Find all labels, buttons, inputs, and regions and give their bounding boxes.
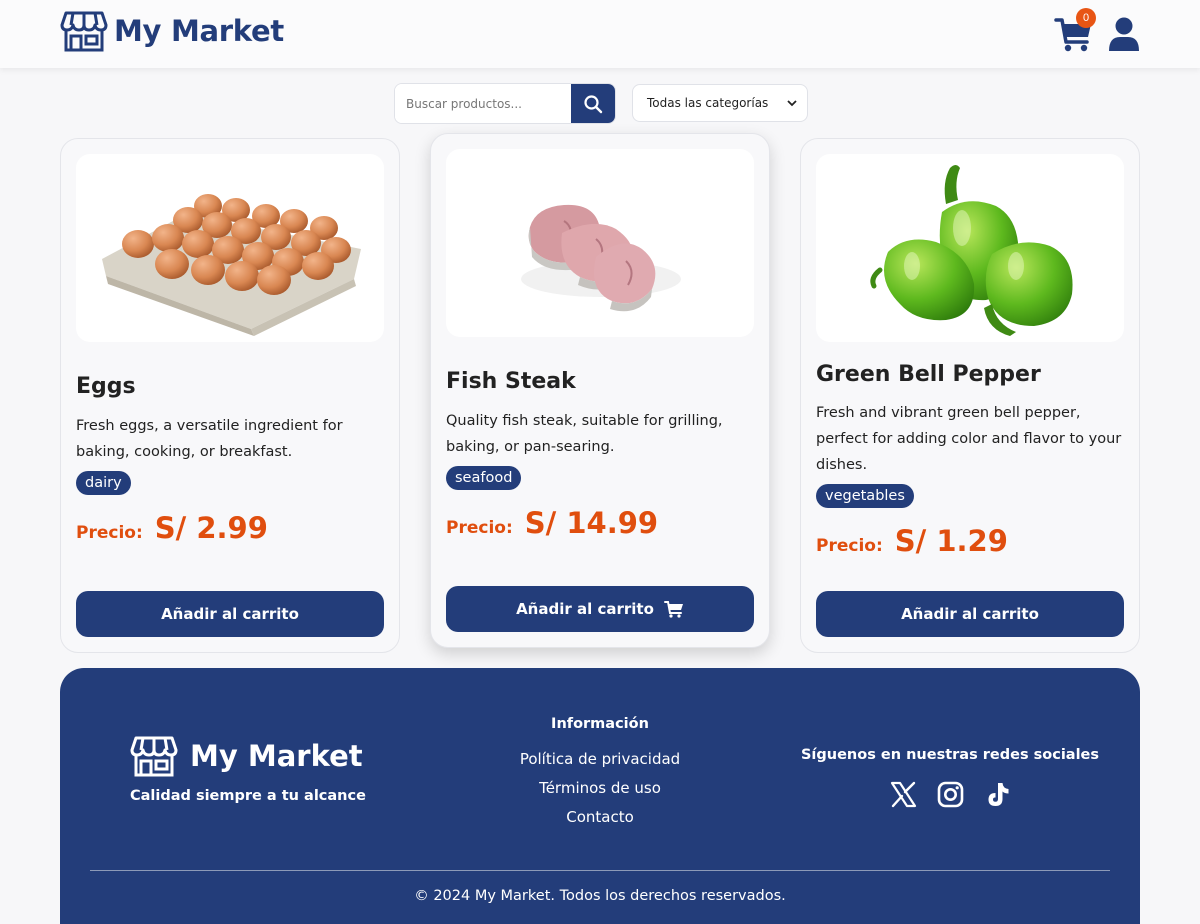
- instagram-icon[interactable]: [937, 781, 964, 808]
- user-icon[interactable]: [1108, 16, 1140, 52]
- product-name: Fish Steak: [446, 369, 576, 394]
- cart-icon: [663, 601, 683, 618]
- price-label: Precio:: [446, 518, 513, 538]
- footer-info: Información Política de privacidad Térmi…: [460, 716, 740, 837]
- add-to-cart-button[interactable]: Añadir al carrito: [76, 591, 384, 637]
- search-icon: [584, 94, 603, 113]
- price-label: Precio:: [816, 536, 883, 556]
- footer-link-terms[interactable]: Términos de uso: [460, 779, 740, 797]
- product-name: Green Bell Pepper: [816, 362, 1041, 387]
- product-card: Green Bell Pepper Fresh and vibrant gree…: [800, 138, 1140, 653]
- chevron-down-icon: [787, 100, 797, 107]
- eggs-image: [102, 194, 361, 336]
- store-icon: [130, 736, 178, 777]
- price-value: S/ 1.29: [894, 524, 1008, 558]
- footer-info-title: Información: [551, 716, 649, 732]
- product-description: Fresh and vibrant green bell pepper, per…: [816, 405, 1122, 473]
- add-to-cart-button[interactable]: Añadir al carrito: [446, 586, 754, 632]
- top-header: My Market 0: [0, 0, 1200, 68]
- footer-copyright: © 2024 My Market. Todos los derechos res…: [414, 888, 786, 904]
- add-to-cart-label: Añadir al carrito: [516, 600, 654, 618]
- category-badge: dairy: [76, 471, 131, 495]
- add-to-cart-label: Añadir al carrito: [901, 605, 1039, 623]
- product-card: Fish Steak Quality fish steak, suitable …: [430, 133, 770, 648]
- brand-logo[interactable]: My Market: [60, 9, 284, 53]
- category-badge: vegetables: [816, 484, 914, 508]
- search-button[interactable]: [571, 84, 615, 123]
- price-row: Precio: S/ 1.29: [816, 524, 1124, 558]
- footer-tagline: Calidad siempre a tu alcance: [130, 788, 366, 804]
- price-value: S/ 2.99: [154, 511, 268, 545]
- cart-count-badge: 0: [1076, 8, 1096, 28]
- footer-link-privacy[interactable]: Política de privacidad: [460, 750, 740, 768]
- footer-brand-name: My Market: [190, 739, 363, 773]
- bell-pepper-image: [870, 165, 1073, 336]
- product-name: Eggs: [76, 374, 136, 399]
- add-to-cart-label: Añadir al carrito: [161, 605, 299, 623]
- product-image: [446, 149, 754, 337]
- category-select[interactable]: Todas las categorías: [632, 84, 808, 122]
- product-description: Fresh eggs, a versatile ingredient for b…: [76, 418, 343, 460]
- footer-social-title: Síguenos en nuestras redes sociales: [800, 747, 1100, 763]
- site-footer: My Market Calidad siempre a tu alcance I…: [60, 668, 1140, 924]
- brand-name: My Market: [114, 14, 284, 48]
- category-badge: seafood: [446, 466, 522, 490]
- search-bar: Todas las categorías: [394, 83, 808, 124]
- product-card: Eggs Fresh eggs, a versatile ingredient …: [60, 138, 400, 653]
- category-select-value: Todas las categorías: [647, 96, 769, 110]
- x-icon[interactable]: [890, 781, 917, 808]
- footer-divider: [90, 870, 1110, 871]
- search-box: [394, 83, 616, 124]
- footer-brand: My Market Calidad siempre a tu alcance: [130, 734, 366, 804]
- search-input[interactable]: [395, 84, 571, 123]
- product-image: [816, 154, 1124, 342]
- price-row: Precio: S/ 2.99: [76, 511, 384, 545]
- price-label: Precio:: [76, 523, 143, 543]
- add-to-cart-button[interactable]: Añadir al carrito: [816, 591, 1124, 637]
- footer-link-contact[interactable]: Contacto: [460, 808, 740, 826]
- store-icon: [60, 11, 108, 52]
- price-value: S/ 14.99: [524, 506, 659, 540]
- product-description: Quality fish steak, suitable for grillin…: [446, 413, 723, 455]
- footer-social: Síguenos en nuestras redes sociales: [800, 747, 1100, 808]
- tiktok-icon[interactable]: [984, 781, 1011, 808]
- product-image: [76, 154, 384, 342]
- price-row: Precio: S/ 14.99: [446, 506, 754, 540]
- cart-button[interactable]: 0: [1054, 8, 1096, 54]
- fish-steak-image: [521, 204, 681, 312]
